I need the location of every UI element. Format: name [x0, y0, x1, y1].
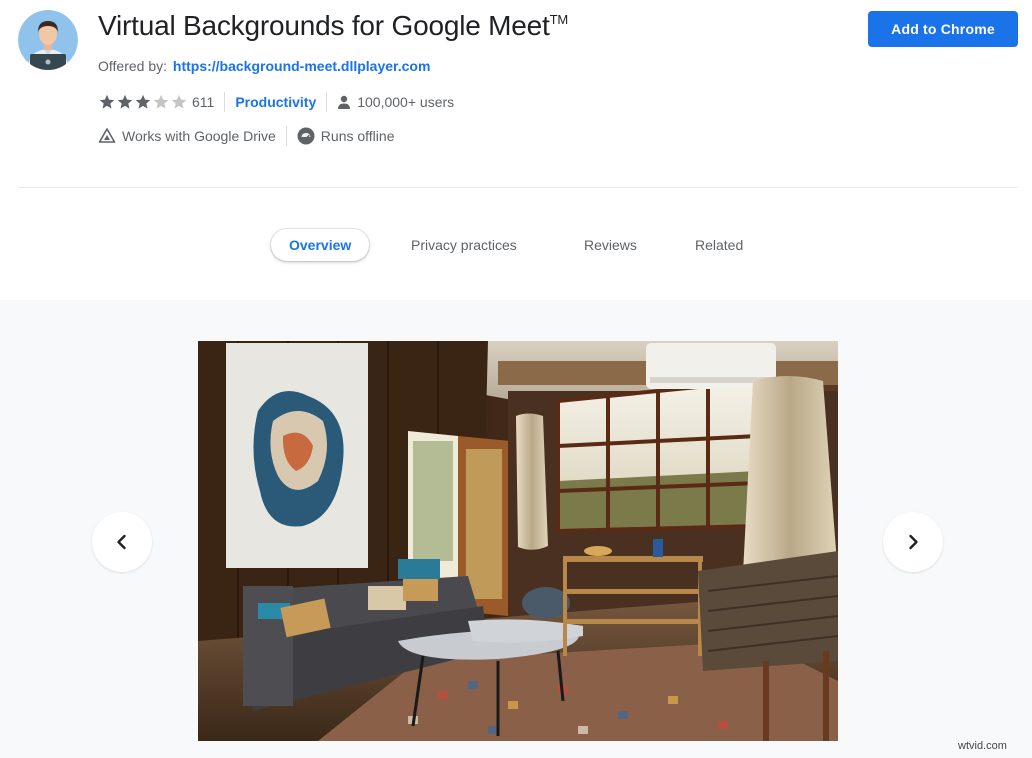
tab-related[interactable]: Related — [695, 229, 743, 261]
app-title: Virtual Backgrounds for Google Meet — [98, 10, 550, 41]
star-filled-icon — [99, 94, 115, 109]
chevron-left-icon — [117, 534, 126, 550]
google-drive-icon — [98, 128, 116, 143]
star-filled-icon — [117, 94, 133, 109]
offered-by: Offered by: https://background-meet.dllp… — [98, 58, 430, 74]
header-divider — [18, 187, 1018, 188]
add-to-chrome-button[interactable]: Add to Chrome — [868, 11, 1018, 47]
watermark: wtvid.com — [958, 740, 1007, 752]
page-title: Virtual Backgrounds for Google MeetTM — [98, 10, 568, 42]
rating-count[interactable]: 611 — [192, 94, 214, 110]
screenshot-gallery — [0, 300, 1032, 758]
divider — [285, 126, 287, 146]
extension-header: Virtual Backgrounds for Google MeetTM Of… — [0, 0, 1032, 188]
users-count-label: 100,000+ users — [357, 94, 455, 110]
living-room-photo — [198, 341, 838, 741]
divider — [224, 92, 226, 112]
feature-offline: Runs offline — [297, 127, 395, 145]
tab-bar: Overview Privacy practices Reviews Relat… — [0, 226, 1032, 266]
star-empty-icon — [171, 94, 187, 109]
category-link[interactable]: Productivity — [235, 94, 316, 110]
star-empty-icon — [153, 94, 169, 109]
gallery-prev-button[interactable] — [92, 512, 152, 572]
features-row: Works with Google Drive Runs offline — [98, 126, 394, 146]
person-icon — [338, 95, 351, 109]
offered-by-link[interactable]: https://background-meet.dllplayer.com — [173, 58, 431, 74]
meta-row: 611 Productivity 100,000+ users — [98, 92, 454, 112]
feature-offline-label: Runs offline — [320, 128, 395, 144]
rating-stars[interactable] — [98, 93, 188, 111]
trademark-symbol: TM — [549, 12, 569, 27]
users-count: 100,000+ users — [337, 94, 454, 110]
person-with-laptop-icon — [18, 10, 78, 70]
tab-reviews[interactable]: Reviews — [584, 229, 637, 261]
gallery-next-button[interactable] — [883, 512, 943, 572]
offered-by-label: Offered by: — [98, 58, 168, 74]
star-filled-icon — [135, 94, 151, 109]
tab-privacy-practices[interactable]: Privacy practices — [411, 229, 517, 261]
feature-google-drive-label: Works with Google Drive — [122, 128, 276, 144]
tab-overview[interactable]: Overview — [271, 229, 370, 261]
chevron-right-icon — [909, 534, 918, 550]
divider — [326, 92, 328, 112]
offline-check-icon — [297, 127, 315, 145]
feature-google-drive: Works with Google Drive — [98, 127, 276, 145]
